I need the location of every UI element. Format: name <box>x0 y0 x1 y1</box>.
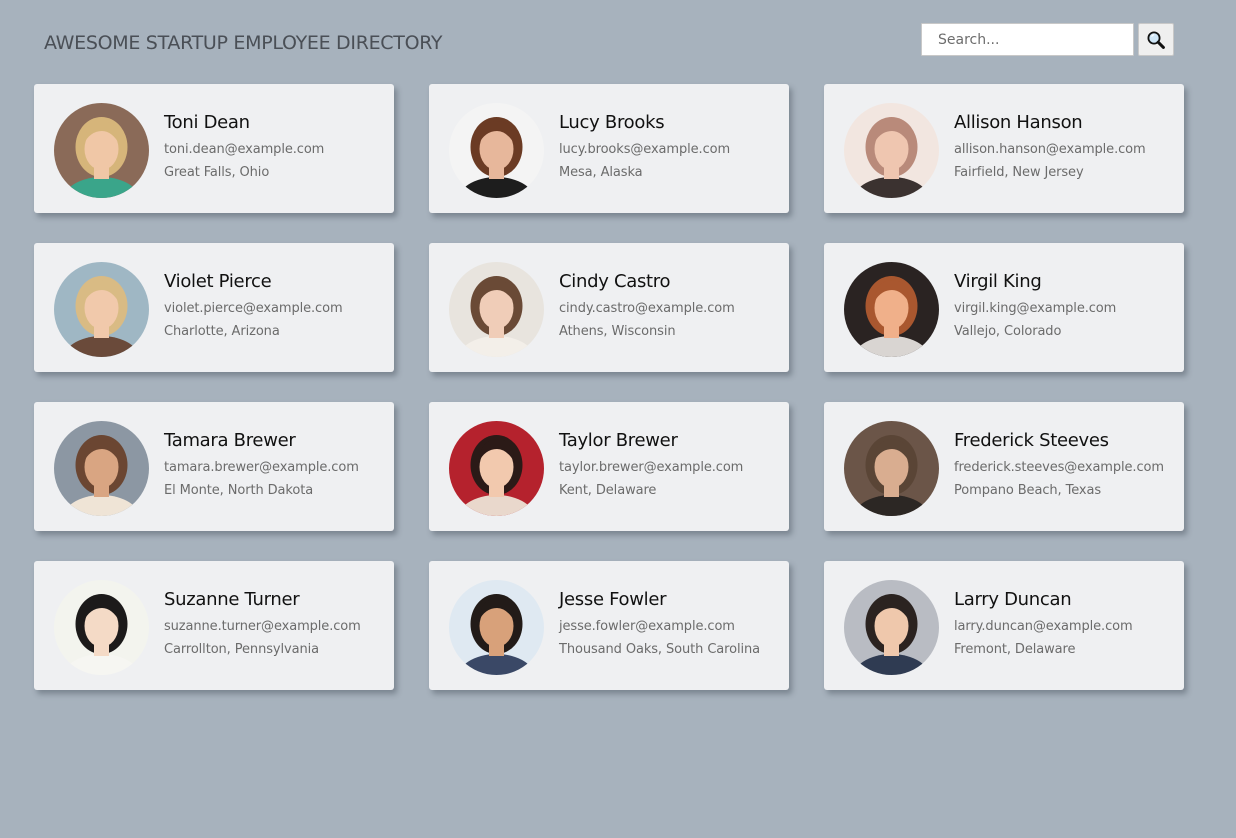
employee-card[interactable]: Larry Duncan larry.duncan@example.com Frem… <box>824 561 1184 690</box>
employee-email: larry.duncan@example.com <box>954 619 1133 634</box>
employee-email: toni.dean@example.com <box>164 142 325 157</box>
avatar <box>449 580 544 675</box>
employee-card[interactable]: Allison Hanson allison.hanson@example.com… <box>824 84 1184 213</box>
avatar-image <box>54 421 149 516</box>
employee-location: Athens, Wisconsin <box>559 324 676 339</box>
avatar-image <box>844 421 939 516</box>
avatar <box>449 103 544 198</box>
employee-card[interactable]: Taylor Brewer taylor.brewer@example.com Ke… <box>429 402 789 531</box>
employee-card[interactable]: Toni Dean toni.dean@example.com Great Fall… <box>34 84 394 213</box>
employee-name: Lucy Brooks <box>559 112 665 133</box>
employee-card[interactable]: Jesse Fowler jesse.fowler@example.com Thou… <box>429 561 789 690</box>
employee-location: Great Falls, Ohio <box>164 165 270 180</box>
employee-info: Toni Dean toni.dean@example.com Great Fall… <box>164 111 390 184</box>
page-title: AWESOME STARTUP EMPLOYEE DIRECTORY <box>44 32 443 54</box>
avatar <box>844 421 939 516</box>
employee-info: Larry Duncan larry.duncan@example.com Frem… <box>954 588 1180 661</box>
employee-gallery: Toni Dean toni.dean@example.com Great Fall… <box>34 84 1184 690</box>
employee-location: Carrollton, Pennsylvania <box>164 642 319 657</box>
search-button[interactable] <box>1138 23 1174 56</box>
employee-info: Taylor Brewer taylor.brewer@example.com Ke… <box>559 429 785 502</box>
employee-name: Larry Duncan <box>954 589 1072 610</box>
avatar-image <box>54 262 149 357</box>
employee-email: taylor.brewer@example.com <box>559 460 744 475</box>
avatar <box>844 262 939 357</box>
employee-card[interactable]: Tamara Brewer tamara.brewer@example.com El… <box>34 402 394 531</box>
employee-info: Virgil King virgil.king@example.com Vallej… <box>954 270 1180 343</box>
avatar-image <box>449 103 544 198</box>
avatar <box>449 262 544 357</box>
employee-info: Lucy Brooks lucy.brooks@example.com Mesa, … <box>559 111 785 184</box>
avatar-image <box>844 262 939 357</box>
employee-card[interactable]: Frederick Steeves frederick.steeves@examp… <box>824 402 1184 531</box>
employee-card[interactable]: Violet Pierce violet.pierce@example.com Ch… <box>34 243 394 372</box>
search-form <box>921 23 1174 56</box>
avatar <box>844 103 939 198</box>
employee-info: Tamara Brewer tamara.brewer@example.com El… <box>164 429 390 502</box>
avatar <box>54 421 149 516</box>
employee-name: Virgil King <box>954 271 1042 292</box>
employee-location: Mesa, Alaska <box>559 165 643 180</box>
employee-info: Cindy Castro cindy.castro@example.com Athe… <box>559 270 785 343</box>
employee-name: Violet Pierce <box>164 271 272 292</box>
employee-card[interactable]: Virgil King virgil.king@example.com Vallej… <box>824 243 1184 372</box>
employee-email: allison.hanson@example.com <box>954 142 1146 157</box>
employee-location: Kent, Delaware <box>559 483 657 498</box>
employee-location: Charlotte, Arizona <box>164 324 280 339</box>
employee-location: Vallejo, Colorado <box>954 324 1062 339</box>
employee-email: cindy.castro@example.com <box>559 301 735 316</box>
employee-name: Frederick Steeves <box>954 430 1109 451</box>
employee-name: Toni Dean <box>164 112 250 133</box>
search-input[interactable] <box>921 23 1134 56</box>
employee-info: Violet Pierce violet.pierce@example.com Ch… <box>164 270 390 343</box>
employee-location: El Monte, North Dakota <box>164 483 314 498</box>
employee-info: Allison Hanson allison.hanson@example.com… <box>954 111 1180 184</box>
employee-name: Cindy Castro <box>559 271 671 292</box>
employee-card[interactable]: Suzanne Turner suzanne.turner@example.com… <box>34 561 394 690</box>
avatar <box>449 421 544 516</box>
employee-info: Suzanne Turner suzanne.turner@example.com… <box>164 588 390 661</box>
avatar-image <box>54 103 149 198</box>
search-icon <box>1147 31 1165 49</box>
employee-location: Fairfield, New Jersey <box>954 165 1084 180</box>
employee-location: Fremont, Delaware <box>954 642 1076 657</box>
employee-email: tamara.brewer@example.com <box>164 460 359 475</box>
avatar-image <box>844 103 939 198</box>
employee-email: jesse.fowler@example.com <box>559 619 735 634</box>
employee-location: Thousand Oaks, South Carolina <box>559 642 760 657</box>
employee-location: Pompano Beach, Texas <box>954 483 1102 498</box>
employee-name: Allison Hanson <box>954 112 1083 133</box>
avatar-image <box>449 262 544 357</box>
employee-email: lucy.brooks@example.com <box>559 142 731 157</box>
avatar <box>54 580 149 675</box>
employee-card[interactable]: Lucy Brooks lucy.brooks@example.com Mesa, … <box>429 84 789 213</box>
avatar-image <box>449 421 544 516</box>
employee-card[interactable]: Cindy Castro cindy.castro@example.com Athe… <box>429 243 789 372</box>
employee-email: frederick.steeves@example.com <box>954 460 1164 475</box>
avatar <box>54 103 149 198</box>
employee-name: Jesse Fowler <box>559 589 667 610</box>
avatar <box>844 580 939 675</box>
avatar-image <box>449 580 544 675</box>
avatar-image <box>844 580 939 675</box>
employee-email: suzanne.turner@example.com <box>164 619 361 634</box>
employee-info: Jesse Fowler jesse.fowler@example.com Thou… <box>559 588 785 661</box>
employee-info: Frederick Steeves frederick.steeves@examp… <box>954 429 1180 502</box>
avatar-image <box>54 580 149 675</box>
employee-name: Taylor Brewer <box>559 430 678 451</box>
avatar <box>54 262 149 357</box>
employee-email: violet.pierce@example.com <box>164 301 343 316</box>
employee-email: virgil.king@example.com <box>954 301 1117 316</box>
employee-name: Tamara Brewer <box>164 430 296 451</box>
employee-name: Suzanne Turner <box>164 589 300 610</box>
